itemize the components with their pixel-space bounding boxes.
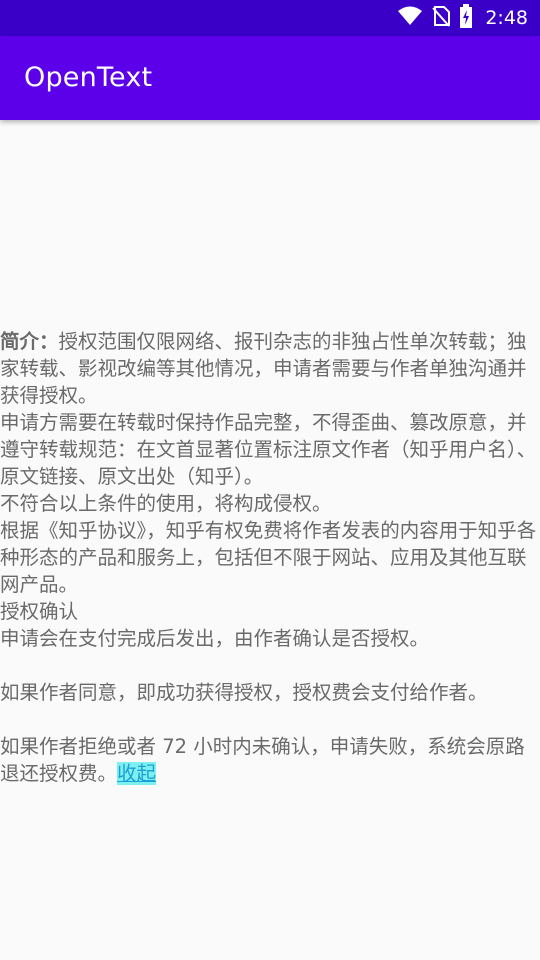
refund-text: 如果作者拒绝或者 72 小时内未确认，申请失败，系统会原路退还授权费。 — [0, 735, 525, 785]
collapse-link[interactable]: 收起 — [117, 762, 157, 785]
authorization-text: 简介：授权范围仅限网络、报刊杂志的非独占性单次转载；独家转载、影视改编等其他情况… — [0, 328, 540, 787]
app-title: OpenText — [24, 62, 153, 93]
integrity-paragraph: 申请方需要在转载时保持作品完整，不得歪曲、篡改原意，并遵守转载规范：在文首显著位… — [0, 411, 537, 488]
wifi-icon — [397, 5, 423, 31]
agree-paragraph: 如果作者同意，即成功获得授权，授权费会支付给作者。 — [0, 681, 488, 704]
intro-text: 授权范围仅限网络、报刊杂志的非独占性单次转载；独家转载、影视改编等其他情况，申请… — [0, 330, 527, 407]
no-sim-icon — [431, 5, 451, 31]
app-bar: OpenText — [0, 36, 540, 120]
refund-paragraph: 如果作者拒绝或者 72 小时内未确认，申请失败，系统会原路退还授权费。收起 — [0, 733, 540, 787]
section-title: 授权确认 — [0, 600, 79, 623]
status-time: 2:48 — [485, 7, 528, 29]
status-bar: 2:48 — [0, 0, 540, 36]
intro-paragraph: 简介：授权范围仅限网络、报刊杂志的非独占性单次转载；独家转载、影视改编等其他情况… — [0, 328, 540, 409]
battery-charging-icon — [459, 4, 473, 32]
infringement-paragraph: 不符合以上条件的使用，将构成侵权。 — [0, 492, 332, 515]
intro-label: 简介： — [0, 330, 59, 353]
protocol-prefix: 根据 — [0, 519, 40, 542]
request-paragraph: 申请会在支付完成后发出，由作者确认是否授权。 — [0, 627, 430, 650]
protocol-paragraph: 根据《知乎协议》，知乎有权免费将作者发表的内容用于知乎各种形态的产品和服务上，包… — [0, 517, 540, 598]
protocol-link[interactable]: 《知乎协议》， — [39, 519, 166, 542]
status-icons: 2:48 — [397, 0, 528, 36]
